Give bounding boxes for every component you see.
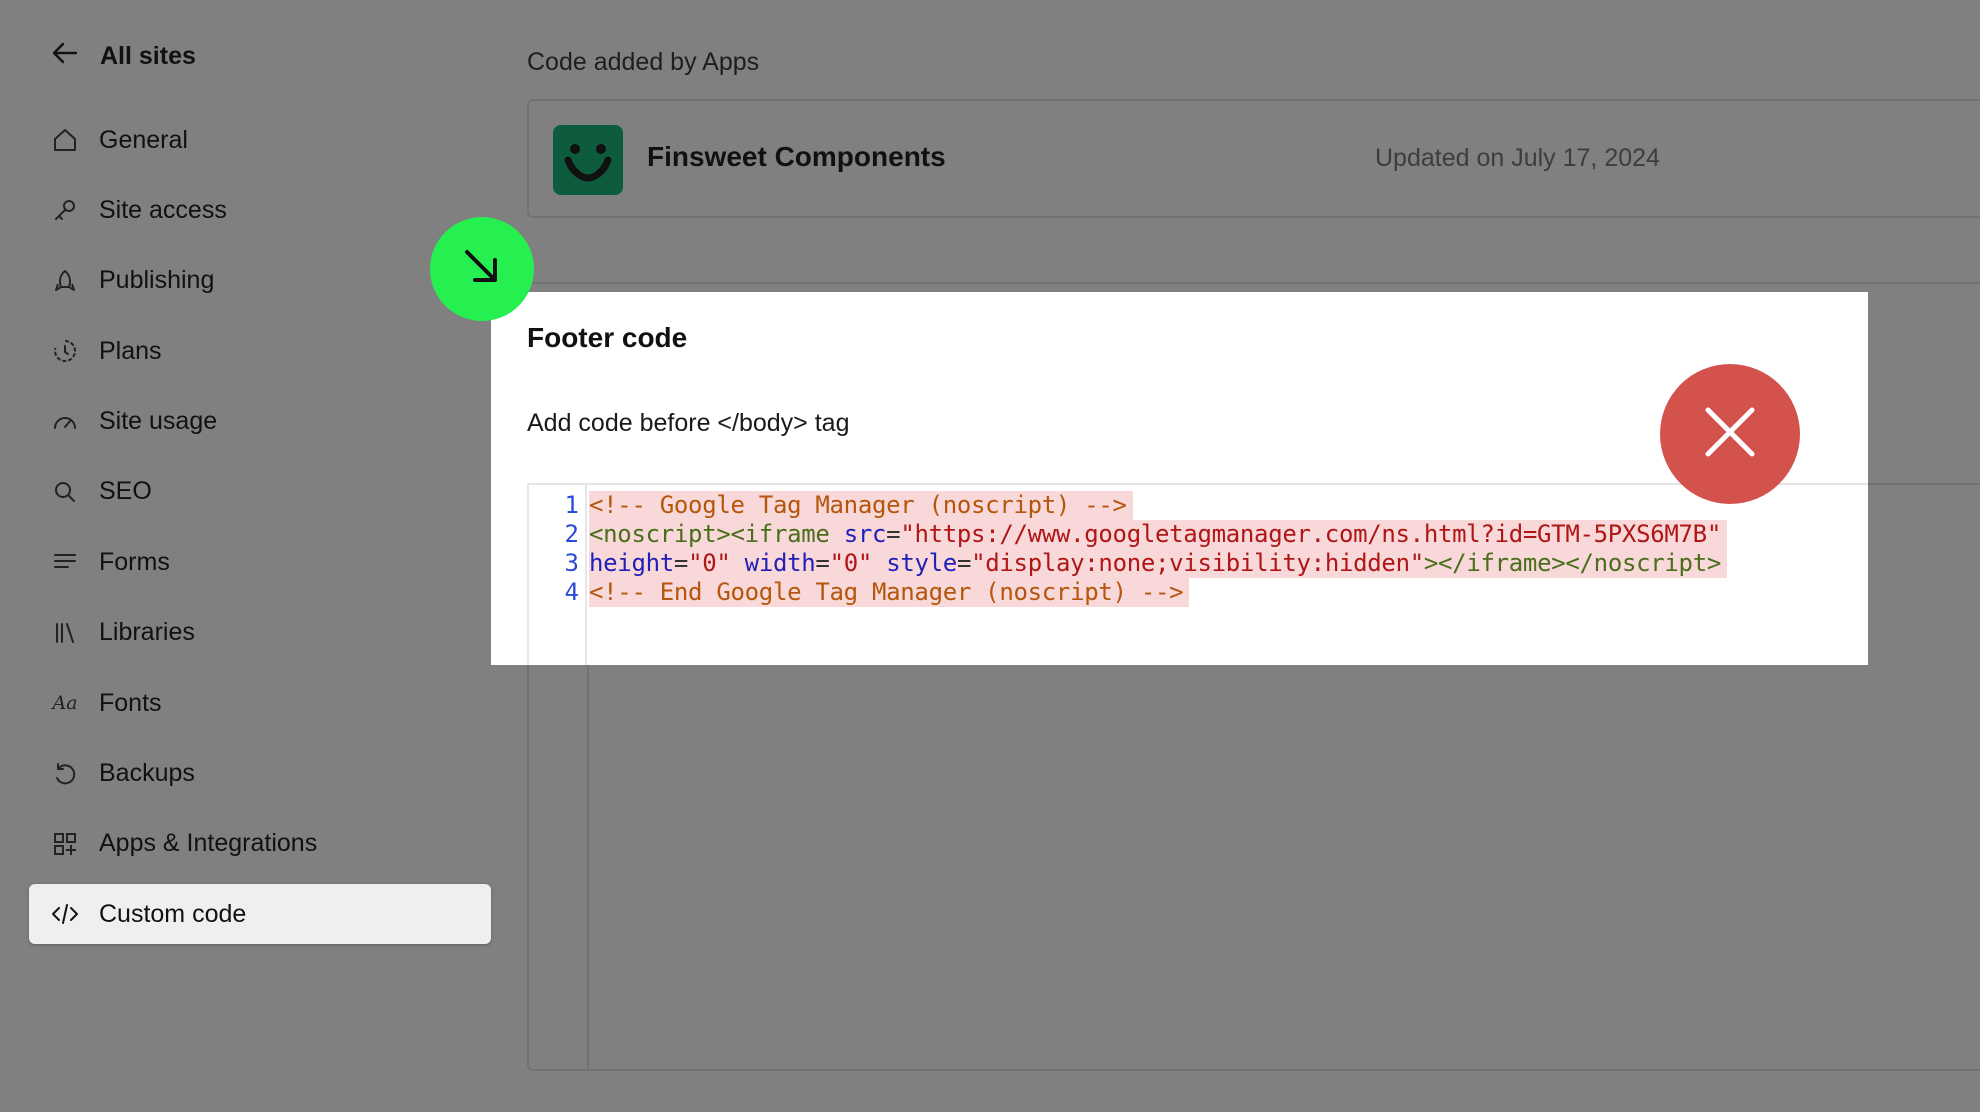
sidebar-item-fonts[interactable]: Aa Fonts [29, 673, 491, 733]
app-card[interactable]: Finsweet Components Updated on July 17, … [527, 99, 1980, 218]
sidebar-item-label: Publishing [99, 266, 215, 295]
code-editor[interactable]: 1 2 3 4 <!-- Google Tag Manager (noscrip… [527, 483, 1868, 665]
sidebar-item-label: Apps & Integrations [99, 829, 318, 858]
back-to-all-sites-link[interactable]: All sites [52, 36, 196, 76]
code-comment: <!-- End Google Tag Manager (noscript) -… [589, 578, 1184, 606]
sidebar-item-label: Libraries [99, 618, 195, 647]
sidebar-item-seo[interactable]: SEO [29, 462, 491, 522]
sidebar-item-label: General [99, 125, 188, 154]
code-tag: ></iframe></noscript> [1423, 549, 1722, 577]
code-attr: style [886, 549, 957, 577]
section-divider [527, 282, 1980, 284]
home-icon [51, 126, 79, 154]
code-punct: = [673, 549, 689, 577]
sidebar-item-label: Backups [99, 759, 195, 788]
app-name: Finsweet Components [647, 141, 946, 172]
code-line-1: <!-- Google Tag Manager (noscript) --> [589, 491, 1133, 520]
sidebar-item-custom-code[interactable]: Custom code [29, 884, 491, 945]
arrow-left-icon [52, 42, 78, 71]
finsweet-logo-icon [553, 125, 623, 195]
footer-code-title: Footer code [527, 322, 688, 353]
sidebar-item-label: Custom code [99, 899, 247, 928]
line-number: 2 [564, 520, 579, 548]
sidebar-item-site-access[interactable]: Site access [29, 180, 491, 240]
search-icon [51, 478, 79, 506]
code-string: "https://www.googletagmanager.com/ns.htm… [900, 520, 1721, 548]
sidebar-item-label: Fonts [99, 688, 162, 717]
gauge-icon [51, 408, 79, 436]
sidebar-item-label: Plans [99, 336, 162, 365]
footer-code-panel: Footer code Add code before </body> tag … [491, 292, 1868, 665]
code-line-4: <!-- End Google Tag Manager (noscript) -… [589, 578, 1190, 607]
apps-section-label: Code added by Apps [527, 48, 760, 76]
code-string: "0" [688, 549, 731, 577]
backup-icon [51, 760, 79, 788]
settings-nav: General Site access Publishing Plans Sit… [29, 110, 491, 955]
sidebar-item-label: SEO [99, 477, 152, 506]
sidebar-item-plans[interactable]: Plans [29, 321, 491, 381]
close-icon [1700, 402, 1760, 467]
sidebar-item-libraries[interactable]: Libraries [29, 603, 491, 663]
close-button[interactable] [1660, 364, 1800, 504]
sidebar-item-apps-integrations[interactable]: Apps & Integrations [29, 814, 491, 874]
code-string: "0" [829, 549, 873, 577]
sidebar-item-label: Site usage [99, 407, 218, 436]
sidebar-item-label: Site access [99, 195, 227, 224]
footer-code-description: Add code before </body> tag [527, 409, 850, 437]
code-string: "display:none;visibility:hidden" [971, 549, 1424, 577]
line-number: 1 [564, 491, 579, 519]
back-label: All sites [100, 41, 196, 70]
line-number: 4 [564, 578, 579, 606]
plan-cycle-icon [51, 337, 79, 365]
code-line-3: height="0" width="0" style="display:none… [589, 549, 1728, 578]
code-attr: src [843, 520, 887, 548]
code-attr: width [744, 549, 816, 577]
key-icon [51, 196, 79, 224]
sidebar-item-label: Forms [99, 547, 170, 576]
code-punct: = [956, 549, 972, 577]
apps-icon [51, 830, 79, 858]
fonts-icon: Aa [52, 692, 78, 715]
app-updated-date: Updated on July 17, 2024 [1375, 144, 1660, 172]
library-icon [51, 619, 79, 647]
code-line-2: <noscript><iframe src="https://www.googl… [589, 520, 1727, 549]
arrow-down-right-button[interactable] [430, 217, 534, 321]
sidebar-item-backups[interactable]: Backups [29, 744, 491, 804]
line-number: 3 [564, 549, 579, 577]
sidebar-item-site-usage[interactable]: Site usage [29, 392, 491, 452]
sidebar-item-general[interactable]: General [29, 110, 491, 170]
code-attr: height [589, 549, 674, 577]
lines-icon [51, 548, 79, 576]
code-tag: <noscript><iframe [589, 520, 830, 548]
sidebar-item-forms[interactable]: Forms [29, 532, 491, 592]
sidebar-item-publishing[interactable]: Publishing [29, 251, 491, 311]
rocket-icon [51, 267, 79, 295]
code-icon [51, 900, 79, 928]
editor-gutter: 1 2 3 4 [529, 485, 587, 665]
code-punct: = [815, 549, 830, 577]
sidebar: All sites General Site access Publishing… [0, 0, 500, 1112]
arrow-down-right-icon [459, 244, 505, 295]
code-punct: = [886, 520, 901, 548]
code-comment: <!-- Google Tag Manager (noscript) --> [589, 491, 1127, 519]
